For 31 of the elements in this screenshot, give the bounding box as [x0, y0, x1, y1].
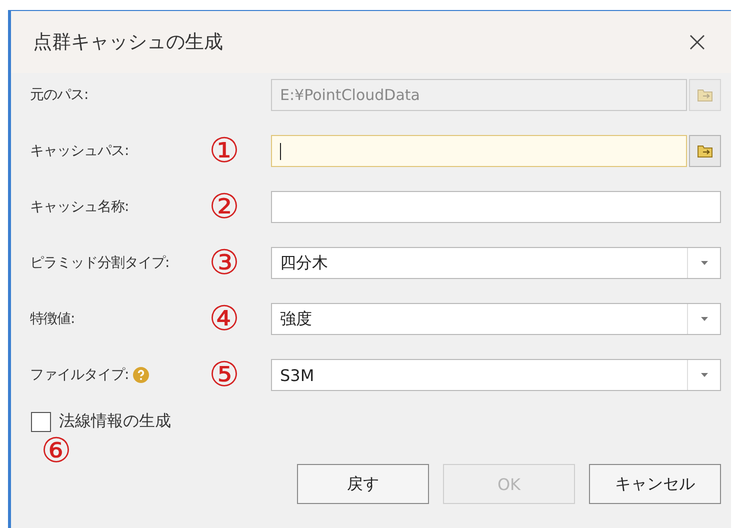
dialog-button: OK — [443, 464, 575, 504]
checkbox-label[interactable]: 法線情報の生成 — [59, 411, 171, 432]
dropdown[interactable]: 強度 — [271, 303, 721, 335]
field-label: キャッシュパス: — [30, 142, 129, 160]
folder-icon — [689, 79, 721, 111]
annotation-number: ⑤ — [209, 358, 240, 392]
annotation-number: ④ — [209, 302, 240, 336]
dropdown-arrow-icon — [700, 261, 708, 265]
annotation-number: ③ — [209, 246, 240, 280]
dropdown[interactable]: 四分木 — [271, 247, 721, 279]
input-field[interactable] — [271, 191, 721, 223]
path-field: E:¥PointCloudData — [271, 79, 687, 111]
annotation-number: ⑥ — [41, 431, 72, 471]
folder-icon[interactable] — [689, 135, 721, 167]
field-label: 特徴値: — [30, 310, 75, 328]
close-icon[interactable]: × — [686, 28, 709, 56]
dialog-button[interactable]: キャンセル — [589, 464, 721, 504]
path-field[interactable] — [271, 135, 687, 167]
dropdown[interactable]: S3M — [271, 359, 721, 391]
help-icon[interactable] — [132, 367, 149, 383]
dropdown-arrow-icon — [700, 373, 708, 377]
annotation-number: ① — [209, 134, 240, 168]
dropdown-arrow-icon — [700, 317, 708, 321]
field-label: ファイルタイプ: — [30, 366, 129, 384]
field-label: 元のパス: — [30, 86, 88, 104]
dialog-button[interactable]: 戻す — [297, 464, 429, 504]
checkbox[interactable] — [31, 412, 51, 432]
field-label: キャッシュ名称: — [30, 198, 129, 216]
field-label: ピラミッド分割タイプ: — [30, 254, 170, 272]
window-title: 点群キャッシュの生成 — [33, 30, 223, 55]
annotation-number: ② — [209, 190, 240, 224]
